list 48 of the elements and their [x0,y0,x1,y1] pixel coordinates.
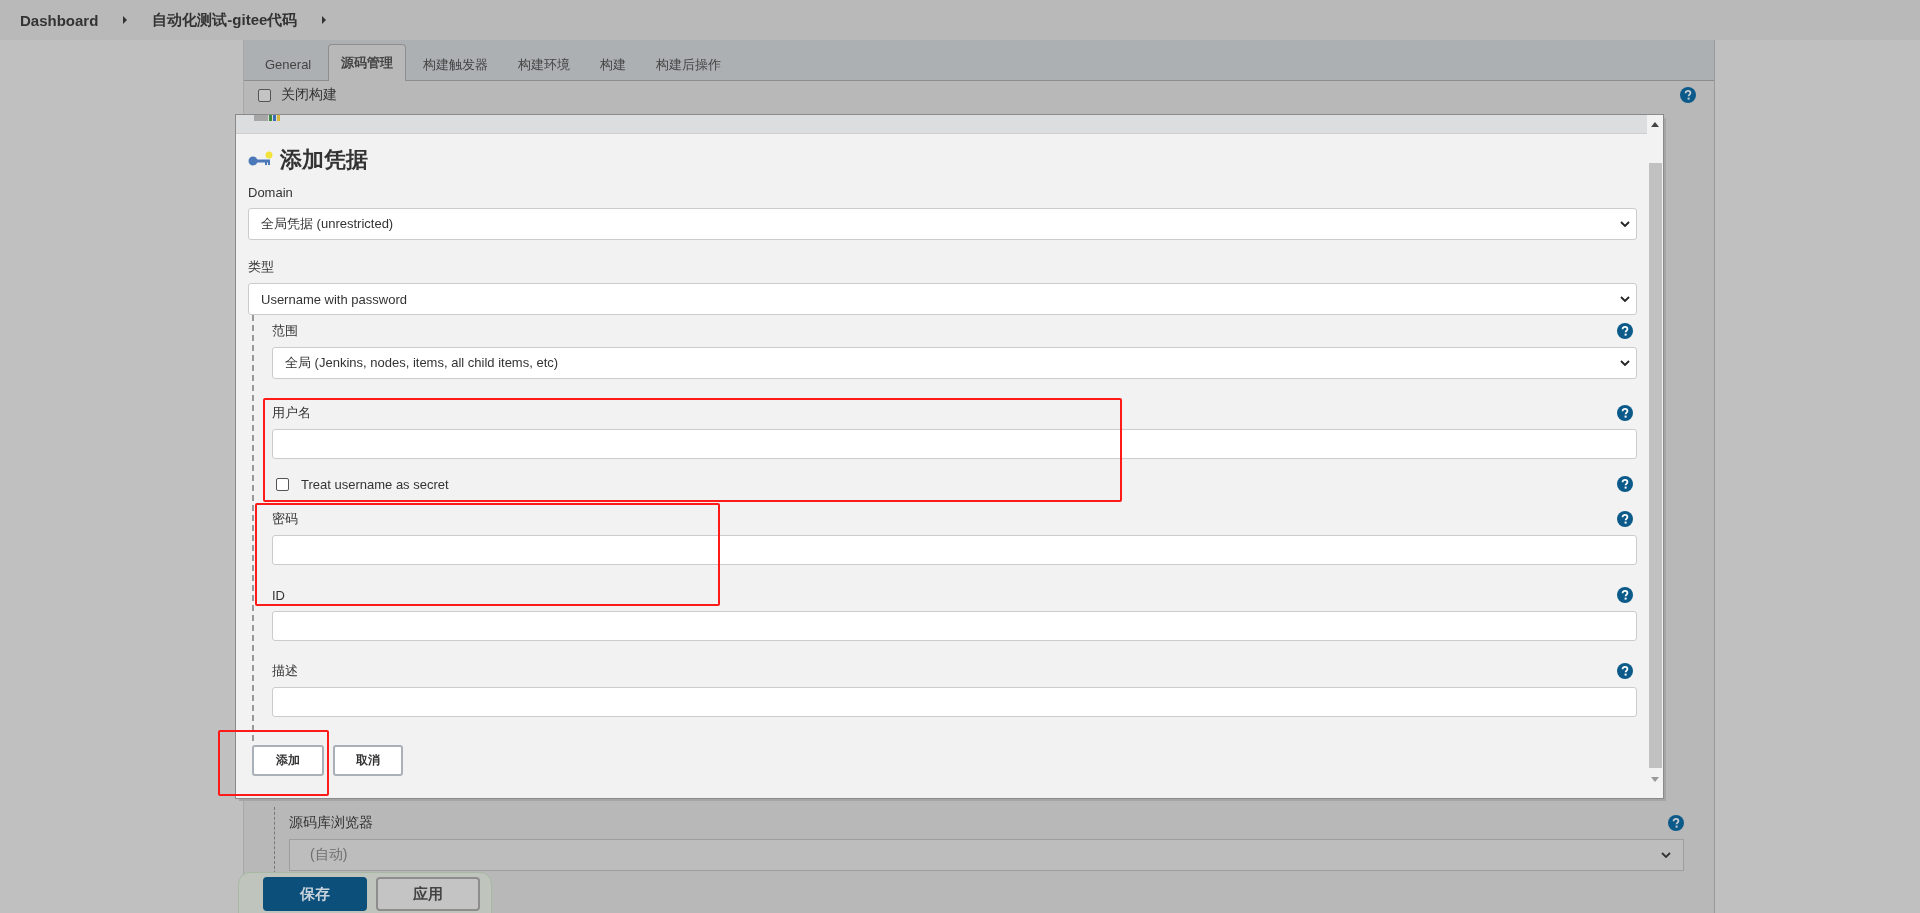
input-field[interactable] [272,611,1637,641]
tab[interactable]: General [252,48,325,80]
help-icon[interactable] [1617,663,1633,679]
help-icon[interactable] [1617,323,1633,339]
checkbox-label: Treat username as secret [301,476,449,492]
select-field[interactable]: 全局凭据 (unrestricted) [248,208,1637,240]
help-icon[interactable] [1617,587,1633,603]
input-field[interactable] [272,535,1637,565]
input-field[interactable] [272,687,1637,717]
field-label: ID [272,587,285,603]
tab[interactable]: 构建触发器 [410,48,502,80]
help-icon[interactable] [1617,511,1633,527]
help-icon[interactable] [1617,476,1633,492]
checkbox[interactable] [258,88,271,102]
scroll-down-icon[interactable] [1651,777,1659,782]
field-label: 类型 [248,258,274,276]
input-field[interactable] [272,429,1637,459]
field-label: 范围 [272,322,298,340]
save-bar-button[interactable]: 应用 [376,877,480,911]
dialog-title: 添加凭据 [280,146,368,174]
dialog-button[interactable]: 取消 [333,745,403,776]
caret-icon[interactable] [321,15,328,25]
breadcrumb-link[interactable]: 自动化测试-gitee代码 [152,10,298,30]
chevron-down-icon [1661,852,1671,858]
chevron-down-icon [1620,221,1630,227]
tab[interactable]: 构建环境 [505,48,584,80]
dialog-button[interactable]: 添加 [252,745,324,776]
field-label: 用户名 [272,404,311,422]
chevron-down-icon [1620,296,1630,302]
help-icon[interactable] [1617,405,1633,421]
field-label: 源码库浏览器 [289,814,373,832]
tab[interactable]: 构建后操作 [643,48,735,80]
select-field[interactable]: Username with password [248,283,1637,315]
field-label: 描述 [272,662,298,680]
save-bar-button[interactable]: 保存 [263,877,367,911]
help-icon[interactable] [1680,87,1696,103]
checkbox[interactable] [276,477,289,491]
scroll-up-icon[interactable] [1651,122,1659,127]
field-label: Domain [248,184,293,200]
breadcrumb-link[interactable]: Dashboard [20,11,99,29]
field-label: 密码 [272,510,298,528]
caret-icon[interactable] [122,15,129,25]
tab[interactable]: 构建 [587,48,640,80]
chevron-down-icon [1620,360,1630,366]
select-field[interactable]: 全局 (Jenkins, nodes, items, all child items, etc) [272,347,1637,379]
help-icon[interactable] [1668,815,1684,831]
tab[interactable]: 源码管理 [328,44,407,81]
option-label: 关闭构建 [281,86,337,104]
